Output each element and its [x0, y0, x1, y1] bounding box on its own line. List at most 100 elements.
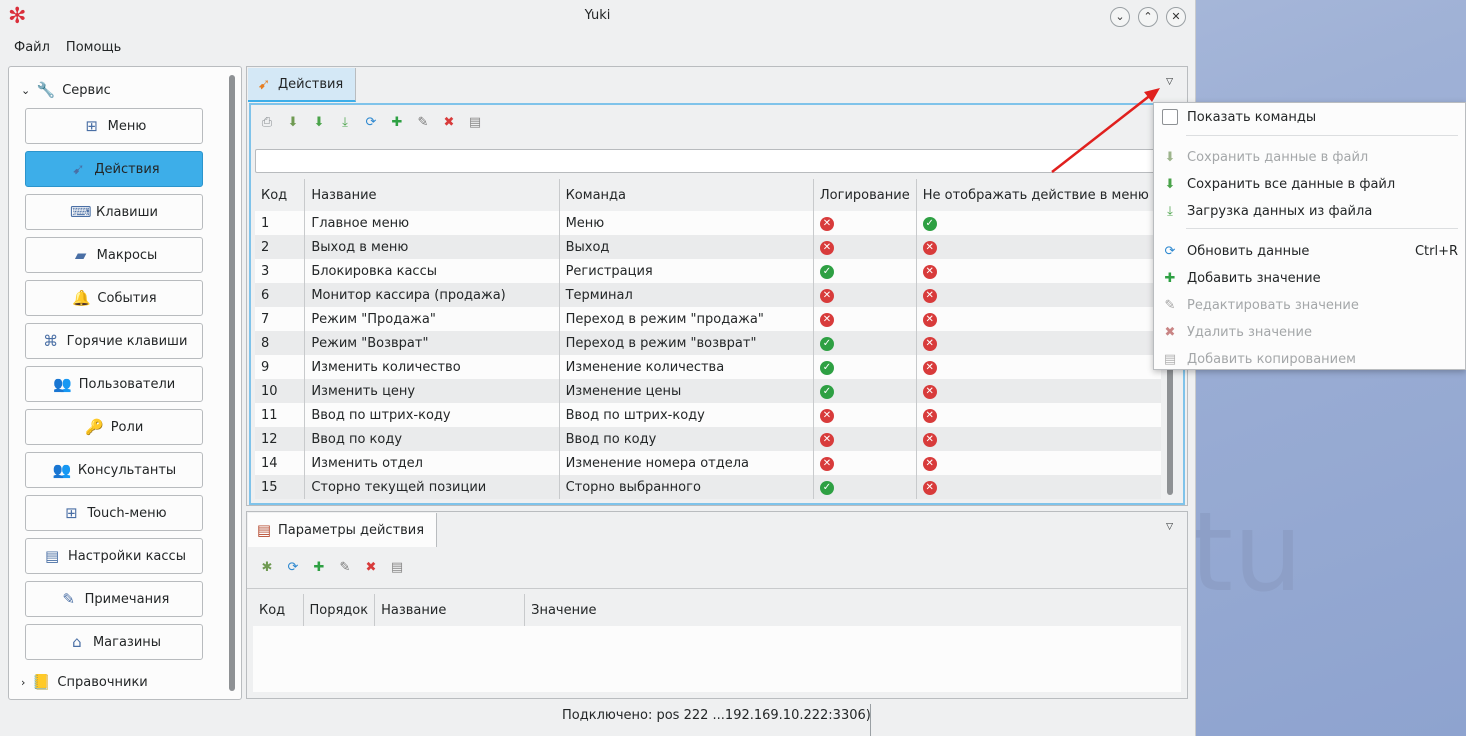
- table-row[interactable]: 6 Монитор кассира (продажа) Терминал ✕ ✕: [255, 283, 1161, 307]
- menu-item-add[interactable]: ✚ Добавить значение: [1154, 265, 1466, 291]
- col-name[interactable]: Название: [374, 594, 526, 626]
- copy-icon[interactable]: ▤: [465, 113, 485, 133]
- menu-file[interactable]: Файл: [14, 40, 50, 55]
- sidebar-button-10[interactable]: ⊞ Touch-меню: [25, 495, 203, 531]
- cell-hide[interactable]: ✕: [916, 259, 1161, 283]
- save-all-icon[interactable]: ⬇: [309, 113, 329, 133]
- add-icon[interactable]: ✚: [387, 113, 407, 133]
- cell-log[interactable]: ✓: [813, 331, 917, 355]
- delete-icon[interactable]: ✖: [361, 558, 381, 578]
- sidebar-category-service[interactable]: ⌄ 🔧 Сервис: [21, 81, 111, 99]
- cell-hide[interactable]: ✕: [916, 451, 1161, 475]
- table-row[interactable]: 3 Блокировка кассы Регистрация ✓ ✕: [255, 259, 1161, 283]
- close-button[interactable]: ✕: [1166, 7, 1186, 27]
- table-row[interactable]: 10 Изменить цену Изменение цены ✓ ✕: [255, 379, 1161, 403]
- sidebar-button-11[interactable]: ▤ Настройки кассы: [25, 538, 203, 574]
- cell-hide[interactable]: ✕: [916, 331, 1161, 355]
- menu-item-delete[interactable]: ✖ Удалить значение: [1154, 319, 1466, 345]
- edit-icon[interactable]: ✎: [335, 558, 355, 578]
- cell-hide[interactable]: ✕: [916, 235, 1161, 259]
- cell-hide[interactable]: ✕: [916, 379, 1161, 403]
- menu-item-refresh[interactable]: ⟳ Обновить данные Ctrl+R: [1154, 238, 1466, 264]
- cell-hide[interactable]: ✕: [916, 427, 1161, 451]
- cell-log[interactable]: ✓: [813, 355, 917, 379]
- maximize-button[interactable]: ⌃: [1138, 7, 1158, 27]
- add-star-icon[interactable]: ✱: [257, 558, 277, 578]
- col-command[interactable]: Команда: [559, 179, 814, 211]
- sidebar-button-6[interactable]: ⌘ Горячие клавиши: [25, 323, 203, 359]
- delete-icon[interactable]: ✖: [439, 113, 459, 133]
- cell-hide[interactable]: ✕: [916, 283, 1161, 307]
- cell-command: Сторно выбранного: [559, 475, 814, 499]
- cell-log[interactable]: ✕: [813, 235, 917, 259]
- sidebar-button-2[interactable]: ➹ Действия: [25, 151, 203, 187]
- sidebar-button-13[interactable]: ⌂ Магазины: [25, 624, 203, 660]
- refresh-icon[interactable]: ⟳: [361, 113, 381, 133]
- sidebar-button-3[interactable]: ⌨ Клавиши: [25, 194, 203, 230]
- refresh-icon[interactable]: ⟳: [283, 558, 303, 578]
- params-table: Код Порядок Название Значение: [253, 594, 1181, 626]
- cell-hide[interactable]: ✕: [916, 403, 1161, 427]
- sidebar-button-4[interactable]: ▰ Макросы: [25, 237, 203, 273]
- cell-log[interactable]: ✕: [813, 451, 917, 475]
- col-value[interactable]: Значение: [524, 594, 1181, 626]
- menu-help[interactable]: Помощь: [66, 40, 121, 55]
- sidebar-button-12[interactable]: ✎ Примечания: [25, 581, 203, 617]
- table-row[interactable]: 8 Режим "Возврат" Переход в режим "возврат…: [255, 331, 1161, 355]
- filter-input[interactable]: [255, 149, 1167, 173]
- menu-item-save-all[interactable]: ⬇ Сохранить все данные в файл: [1154, 171, 1466, 197]
- cross-icon: ✕: [819, 241, 834, 255]
- load-file-icon[interactable]: ⤓: [335, 113, 355, 133]
- menu-item-copy[interactable]: ▤ Добавить копированием: [1154, 346, 1466, 372]
- col-order[interactable]: Порядок: [303, 594, 376, 626]
- edit-icon[interactable]: ✎: [413, 113, 433, 133]
- table-row[interactable]: 14 Изменить отдел Изменение номера отдела ✕…: [255, 451, 1161, 475]
- table-row[interactable]: 7 Режим "Продажа" Переход в режим "продажа…: [255, 307, 1161, 331]
- col-hide-in-menu[interactable]: Не отображать действие в меню «С: [916, 179, 1161, 211]
- menu-item-save-file[interactable]: ⬇ Сохранить данные в файл: [1154, 144, 1466, 170]
- menu-item-load-file[interactable]: ⤓ Загрузка данных из файла: [1154, 198, 1466, 224]
- table-row[interactable]: 2 Выход в меню Выход ✕ ✕: [255, 235, 1161, 259]
- sidebar-button-7[interactable]: 👥 Пользователи: [25, 366, 203, 402]
- cell-log[interactable]: ✕: [813, 427, 917, 451]
- col-code[interactable]: Код: [253, 594, 304, 626]
- sidebar-category-references[interactable]: › 📒 Справочники: [21, 673, 148, 691]
- tab-actions[interactable]: ➹ Действия: [248, 68, 357, 102]
- sidebar-button-9[interactable]: 👥 Консультанты: [25, 452, 203, 488]
- menu-item-show-commands[interactable]: Показать команды: [1154, 104, 1466, 130]
- add-icon[interactable]: ✚: [309, 558, 329, 578]
- sidebar-scrollbar[interactable]: [229, 75, 235, 691]
- cross-icon: ✕: [922, 457, 937, 471]
- sidebar-button-5[interactable]: 🔔 События: [25, 280, 203, 316]
- tab-action-params[interactable]: ▤ Параметры действия: [248, 513, 438, 547]
- col-name[interactable]: Название: [304, 179, 560, 211]
- cell-hide[interactable]: ✕: [916, 307, 1161, 331]
- cell-hide[interactable]: ✕: [916, 355, 1161, 379]
- col-logging[interactable]: Логирование: [813, 179, 917, 211]
- cell-log[interactable]: ✓: [813, 259, 917, 283]
- cell-log[interactable]: ✕: [813, 211, 917, 235]
- print-icon[interactable]: ⎙: [257, 113, 277, 133]
- table-row[interactable]: 1 Главное меню Меню ✕ ✓: [255, 211, 1161, 235]
- sidebar-button-8[interactable]: 🔑 Роли: [25, 409, 203, 445]
- cell-hide[interactable]: ✕: [916, 475, 1161, 499]
- table-row[interactable]: 11 Ввод по штрих-коду Ввод по штрих-коду ✕ ✕: [255, 403, 1161, 427]
- table-row[interactable]: 15 Сторно текущей позиции Сторно выбранног…: [255, 475, 1161, 499]
- cell-log[interactable]: ✕: [813, 307, 917, 331]
- save-file-icon[interactable]: ⬇: [283, 113, 303, 133]
- col-code[interactable]: Код: [255, 179, 306, 211]
- cell-code: 14: [255, 451, 306, 475]
- cell-log[interactable]: ✕: [813, 283, 917, 307]
- cross-icon: ✕: [922, 433, 937, 447]
- cell-log[interactable]: ✓: [813, 475, 917, 499]
- menu-item-edit[interactable]: ✎ Редактировать значение: [1154, 292, 1466, 318]
- table-row[interactable]: 9 Изменить количество Изменение количества…: [255, 355, 1161, 379]
- panel-menu-triangle-icon[interactable]: ▽: [1166, 522, 1173, 532]
- cell-hide[interactable]: ✓: [916, 211, 1161, 235]
- minimize-button[interactable]: ⌄: [1110, 7, 1130, 27]
- copy-icon[interactable]: ▤: [387, 558, 407, 578]
- cell-log[interactable]: ✓: [813, 379, 917, 403]
- cell-log[interactable]: ✕: [813, 403, 917, 427]
- table-row[interactable]: 12 Ввод по коду Ввод по коду ✕ ✕: [255, 427, 1161, 451]
- sidebar-button-1[interactable]: ⊞ Меню: [25, 108, 203, 144]
